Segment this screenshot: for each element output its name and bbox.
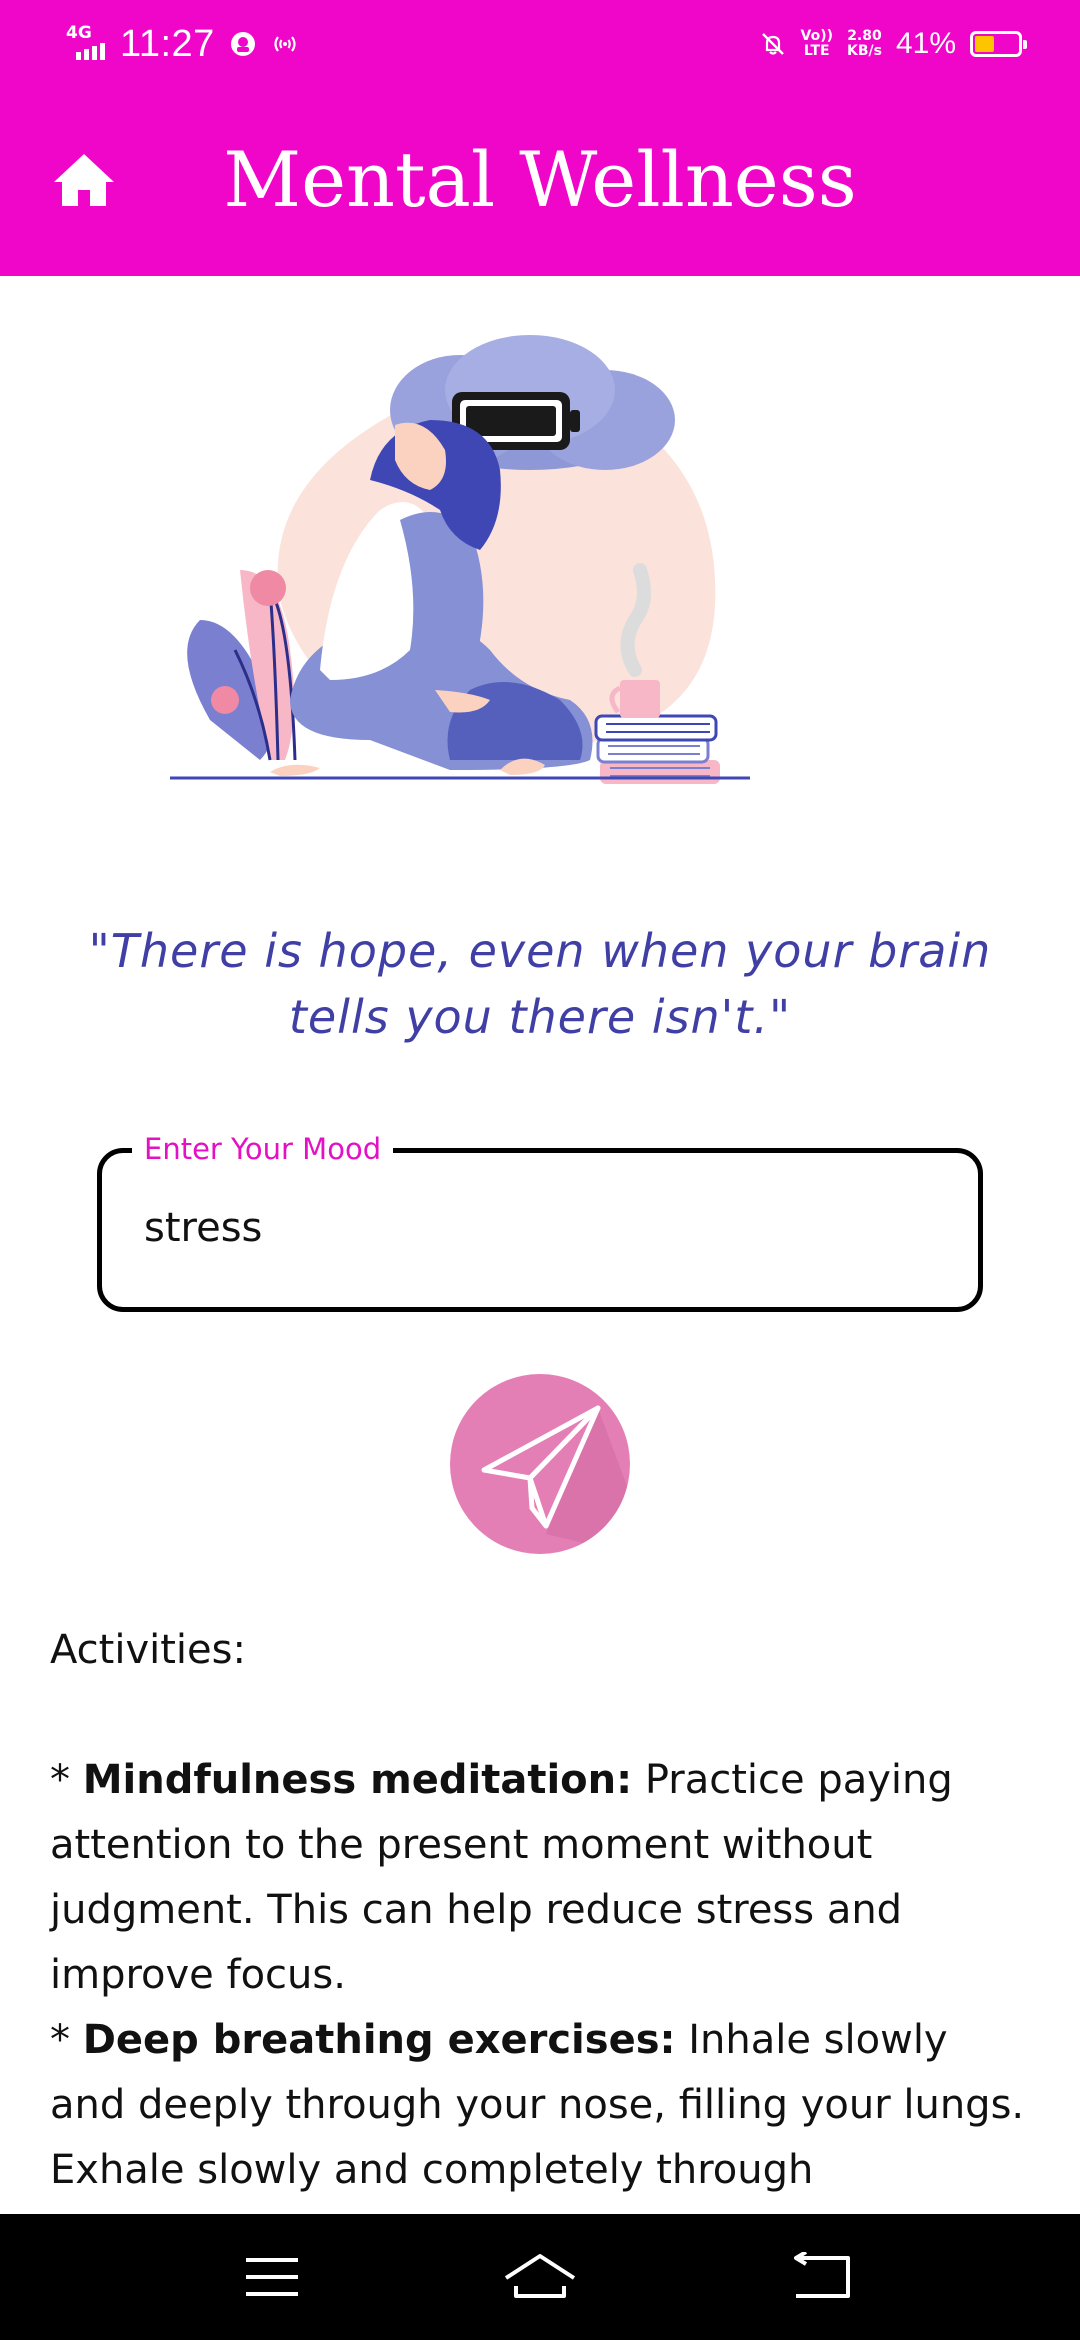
home-icon[interactable] [52,150,116,210]
paper-plane-icon [481,1405,630,1554]
activities-heading: Activities: [50,1627,246,1673]
status-time: 11:27 [120,22,215,65]
system-nav-bar [0,2214,1080,2340]
quote-line-2: tells you there isn't." [288,990,792,1044]
activity-bullet: * [50,1757,83,1803]
books-icon [594,714,720,784]
mood-input[interactable] [142,1193,922,1263]
speed-value: 2.80 [847,28,882,44]
back-icon[interactable] [784,2252,864,2302]
menu-icon[interactable] [232,2252,312,2302]
signal-icon: 4G [64,24,106,64]
network-type: 4G [66,23,92,43]
mute-bell-icon [761,33,784,55]
activities-section: Activities: * Mindfulness meditation: Pr… [50,1618,1030,2203]
activity-title: Mindfulness meditation: [82,1757,633,1803]
status-left: 4G 11:27 [64,20,299,68]
hotspot-icon [274,36,296,52]
mood-field-label: Enter Your Mood [132,1129,394,1169]
app-header: 4G 11:27 Vo)) LTE 2.80 KB/s 41% Mental W… [0,0,1080,276]
activity-item: * Deep breathing exercises: Inhale slowl… [50,2008,1030,2203]
battery-icon [970,31,1027,57]
activity-bullet: * [50,2017,83,2063]
quote-line-1: "There is hope, even when your brain [88,924,992,978]
send-button[interactable] [450,1374,630,1554]
mood-field[interactable]: Enter Your Mood [97,1129,983,1312]
home-outline-icon[interactable] [500,2252,580,2302]
battery-fill [975,36,994,52]
page-title: Mental Wellness [223,135,857,224]
wellness-illustration [170,335,750,784]
network-speed: 2.80 KB/s [847,29,882,59]
quote-text: "There is hope, even when your brain tel… [60,918,1020,1050]
status-bar: 4G 11:27 Vo)) LTE 2.80 KB/s 41% [0,0,1080,84]
activity-item: * Mindfulness meditation: Practice payin… [50,1748,1030,2008]
speed-unit: KB/s [846,43,882,59]
notification-app-icon [230,32,255,56]
status-right: Vo)) LTE 2.80 KB/s 41% [759,20,1027,68]
volte-badge: Vo)) LTE [800,28,833,59]
battery-percent: 41% [895,27,956,60]
activity-title: Deep breathing exercises: [82,2017,676,2063]
